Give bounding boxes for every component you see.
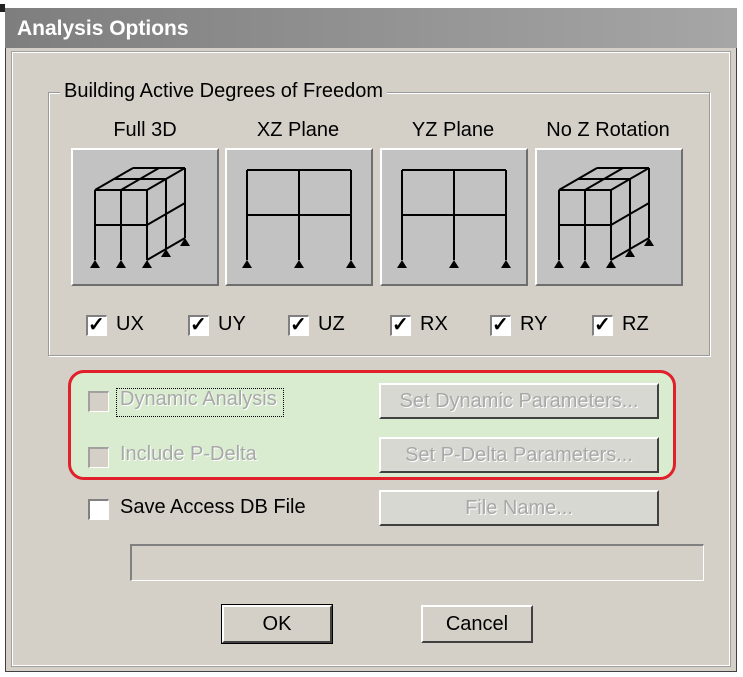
frame-no-z-rotation-icon <box>554 167 654 268</box>
cancel-button[interactable]: Cancel <box>421 605 533 643</box>
window-title: Analysis Options <box>17 17 189 40</box>
check-mark-icon: ✓ <box>594 314 611 336</box>
uz-checkbox[interactable]: ✓ <box>288 314 309 336</box>
save-access-db-checkbox[interactable] <box>88 499 109 520</box>
check-mark-icon: ✓ <box>190 314 207 336</box>
xz-plane-button[interactable] <box>225 148 373 286</box>
frame-xz-plane-icon <box>242 169 356 268</box>
include-p-delta-checkbox[interactable] <box>88 447 109 468</box>
rz-label: RZ <box>622 313 649 335</box>
rx-checkbox[interactable]: ✓ <box>390 314 411 336</box>
uz-label: UZ <box>318 313 345 335</box>
uy-checkbox[interactable]: ✓ <box>188 314 209 336</box>
set-p-delta-parameters-button[interactable]: Set P-Delta Parameters... <box>379 437 659 473</box>
frame-3d-icon <box>90 167 190 268</box>
title-bar[interactable]: Analysis Options <box>5 8 737 48</box>
file-path-field[interactable] <box>130 544 704 581</box>
dynamic-analysis-checkbox[interactable] <box>88 391 109 412</box>
rz-checkbox[interactable]: ✓ <box>592 314 613 336</box>
frame-yz-plane-icon <box>397 169 511 268</box>
ok-button[interactable]: OK <box>221 604 333 644</box>
save-access-db-label: Save Access DB File <box>120 496 306 518</box>
full-3d-button[interactable] <box>71 148 219 286</box>
rx-label: RX <box>420 313 448 335</box>
ry-label: RY <box>520 313 548 335</box>
focus-rectangle <box>116 388 284 417</box>
set-dynamic-parameters-button[interactable]: Set Dynamic Parameters... <box>379 383 659 419</box>
ok-label: OK <box>262 613 292 635</box>
file-name-button[interactable]: File Name... <box>379 490 659 526</box>
ry-checkbox[interactable]: ✓ <box>490 314 511 336</box>
dof-label-no-z-rotation: No Z Rotation <box>546 119 670 141</box>
dof-label-full-3d: Full 3D <box>113 119 177 141</box>
check-mark-icon: ✓ <box>290 314 307 336</box>
dof-label-yz-plane: YZ Plane <box>411 119 495 141</box>
check-mark-icon: ✓ <box>492 314 509 336</box>
ux-checkbox[interactable]: ✓ <box>86 314 107 336</box>
check-mark-icon: ✓ <box>88 314 105 336</box>
ux-label: UX <box>116 313 144 335</box>
uy-label: UY <box>218 313 246 335</box>
no-z-rotation-button[interactable] <box>535 148 683 286</box>
dof-label-xz-plane: XZ Plane <box>256 119 340 141</box>
include-p-delta-label: Include P-Delta <box>120 443 257 465</box>
yz-plane-button[interactable] <box>380 148 528 286</box>
check-mark-icon: ✓ <box>392 314 409 336</box>
dof-group-legend: Building Active Degrees of Freedom <box>60 80 388 103</box>
